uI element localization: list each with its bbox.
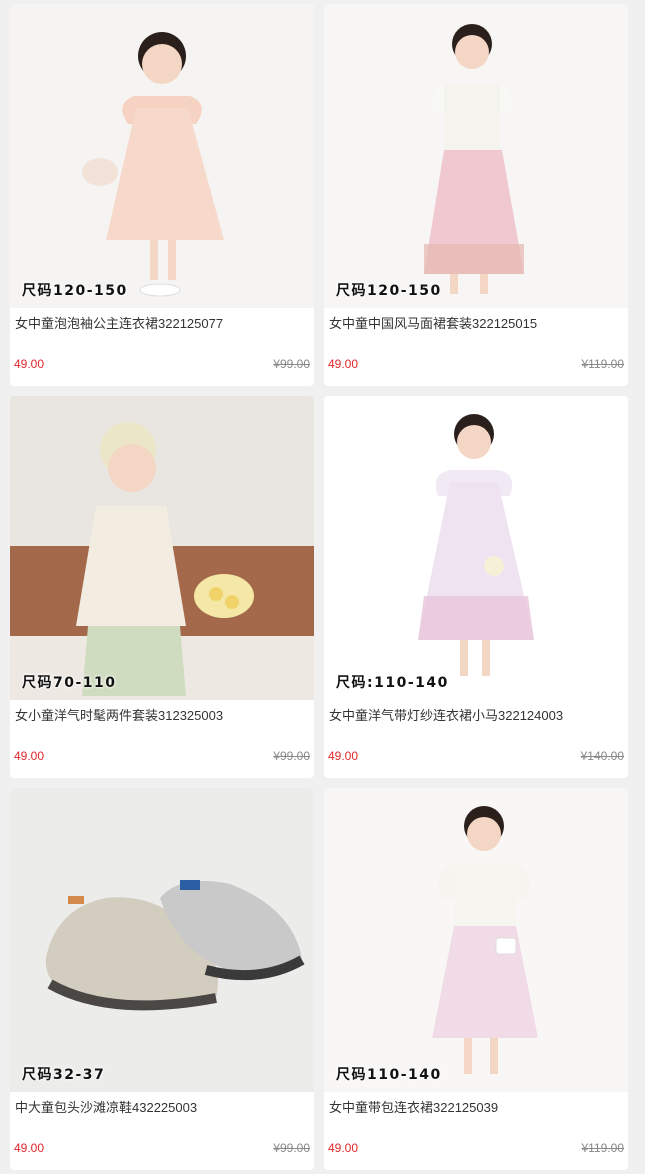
- original-price: ¥99.00: [273, 357, 310, 371]
- product-card[interactable]: 尺码70-110 女小童洋气时髦两件套装312325003 49.00 ¥99.…: [10, 396, 314, 778]
- product-image[interactable]: [10, 4, 314, 308]
- size-label: 尺码:110-140: [336, 675, 449, 691]
- product-image[interactable]: [324, 4, 628, 308]
- product-card[interactable]: 尺码120-150 女中童中国风马面裙套装322125015 49.00 ¥11…: [324, 4, 628, 386]
- original-price: ¥99.00: [273, 749, 310, 763]
- product-image[interactable]: [10, 396, 314, 700]
- sale-price: 49.00: [14, 357, 45, 371]
- size-label: 尺码32-37: [22, 1067, 106, 1083]
- original-price: ¥119.00: [581, 1141, 625, 1155]
- product-grid: 尺码120-150 女中童泡泡袖公主连衣裙322125077 49.00 ¥99…: [0, 0, 645, 1174]
- product-image[interactable]: [10, 788, 314, 1092]
- product-card[interactable]: 尺码110-140 女中童带包连衣裙322125039 49.00 ¥119.0…: [324, 788, 628, 1170]
- product-title[interactable]: 女中童中国风马面裙套装322125015: [329, 313, 623, 332]
- product-title[interactable]: 女小童洋气时髦两件套装312325003: [15, 705, 309, 724]
- product-image[interactable]: [324, 788, 628, 1092]
- original-price: ¥99.00: [273, 1141, 310, 1155]
- product-title[interactable]: 女中童带包连衣裙322125039: [329, 1097, 623, 1116]
- sale-price: 49.00: [328, 749, 359, 763]
- sale-price: 49.00: [14, 749, 45, 763]
- sale-price: 49.00: [328, 1141, 359, 1155]
- original-price: ¥140.00: [580, 749, 624, 763]
- original-price: ¥119.00: [581, 357, 625, 371]
- size-label: 尺码110-140: [336, 1067, 442, 1083]
- product-title[interactable]: 女中童泡泡袖公主连衣裙322125077: [15, 313, 309, 332]
- product-card[interactable]: 尺码120-150 女中童泡泡袖公主连衣裙322125077 49.00 ¥99…: [10, 4, 314, 386]
- product-title[interactable]: 中大童包头沙滩凉鞋432225003: [15, 1097, 309, 1116]
- product-image[interactable]: [324, 396, 628, 700]
- size-label: 尺码120-150: [22, 283, 128, 299]
- product-card[interactable]: 尺码:110-140 女中童洋气带灯纱连衣裙小马322124003 49.00 …: [324, 396, 628, 778]
- sale-price: 49.00: [14, 1141, 45, 1155]
- size-label: 尺码120-150: [336, 283, 442, 299]
- product-card[interactable]: 尺码32-37 中大童包头沙滩凉鞋432225003 49.00 ¥99.00: [10, 788, 314, 1170]
- size-label: 尺码70-110: [22, 675, 117, 691]
- product-title[interactable]: 女中童洋气带灯纱连衣裙小马322124003: [329, 705, 623, 724]
- sale-price: 49.00: [328, 357, 359, 371]
